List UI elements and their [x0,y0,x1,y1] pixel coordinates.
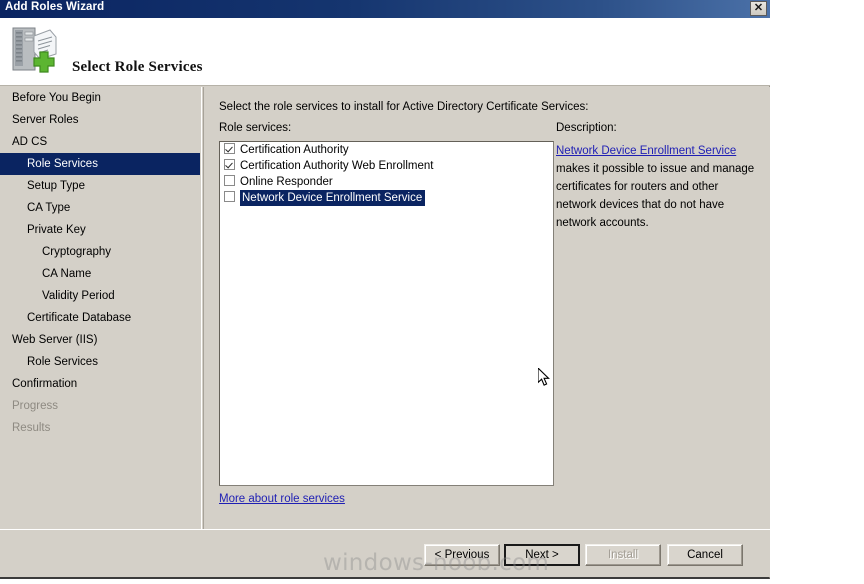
previous-button[interactable]: < Previous [424,544,500,566]
install-button: Install [585,544,661,566]
add-roles-wizard-dialog: Add Roles Wizard ✕ Select Role Services … [0,0,770,579]
sidebar-item-results: Results [12,422,51,434]
list-item-label: Online Responder [240,176,333,188]
list-item[interactable]: Network Device Enrollment Service [220,190,553,206]
wizard-header: Select Role Services [0,18,770,86]
sidebar-item-role-services[interactable]: Role Services [0,153,200,175]
sidebar-item-private-key[interactable]: Private Key [0,219,201,241]
sidebar-item-certificate-database[interactable]: Certificate Database [0,307,201,329]
description-link[interactable]: Network Device Enrollment Service [556,145,736,157]
list-item-label: Network Device Enrollment Service [240,190,426,206]
window-title: Add Roles Wizard [5,1,105,13]
server-add-icon [10,24,62,78]
sidebar-item-confirmation[interactable]: Confirmation [0,373,201,395]
description-label: Description: [556,122,617,134]
sidebar-item-cryptography[interactable]: Cryptography [0,241,201,263]
checkbox-online-responder[interactable] [224,175,235,186]
sidebar-item-server-roles[interactable]: Server Roles [0,109,201,131]
description-pane: Network Device Enrollment Service makes … [556,141,761,231]
list-item[interactable]: Certification Authority Web Enrollment [220,158,553,174]
instruction-text: Select the role services to install for … [219,101,589,113]
close-icon: ✕ [753,2,764,14]
close-button[interactable]: ✕ [750,1,767,16]
sidebar-item-before-you-begin[interactable]: Before You Begin [0,87,201,109]
checkbox-network-device-enrollment-service[interactable] [224,191,235,202]
cancel-button[interactable]: Cancel [667,544,743,566]
checkbox-certification-authority-web-enrollment[interactable] [224,159,235,170]
sidebar-item-setup-type[interactable]: Setup Type [0,175,201,197]
list-item[interactable]: Online Responder [220,174,553,190]
list-item-label: Certification Authority [240,144,349,156]
role-services-label: Role services: [219,122,292,134]
page-title: Select Role Services [72,59,203,75]
sidebar-item-ad-cs[interactable]: AD CS [0,131,201,153]
wizard-content-panel: Select the role services to install for … [203,87,770,529]
checkbox-certification-authority[interactable] [224,143,235,154]
wizard-footer: < Previous Next > Install Cancel [0,529,770,577]
next-button[interactable]: Next > [504,544,580,566]
wizard-steps-sidebar: Before You Begin Server Roles AD CS Role… [0,87,202,529]
list-item-label: Certification Authority Web Enrollment [240,160,434,172]
more-about-role-services-link[interactable]: More about role services [219,493,345,505]
sidebar-item-ca-type[interactable]: CA Type [0,197,201,219]
title-bar: Add Roles Wizard ✕ [0,0,770,18]
sidebar-item-iis-role-services[interactable]: Role Services [0,351,201,373]
list-item[interactable]: Certification Authority [220,142,553,158]
description-body: makes it possible to issue and manage ce… [556,163,755,229]
sidebar-item-progress: Progress [12,400,59,412]
sidebar-item-validity-period[interactable]: Validity Period [0,285,201,307]
sidebar-item-web-server-iis[interactable]: Web Server (IIS) [0,329,201,351]
sidebar-item-ca-name[interactable]: CA Name [0,263,201,285]
role-services-listbox[interactable]: Certification Authority Certification Au… [219,141,554,486]
